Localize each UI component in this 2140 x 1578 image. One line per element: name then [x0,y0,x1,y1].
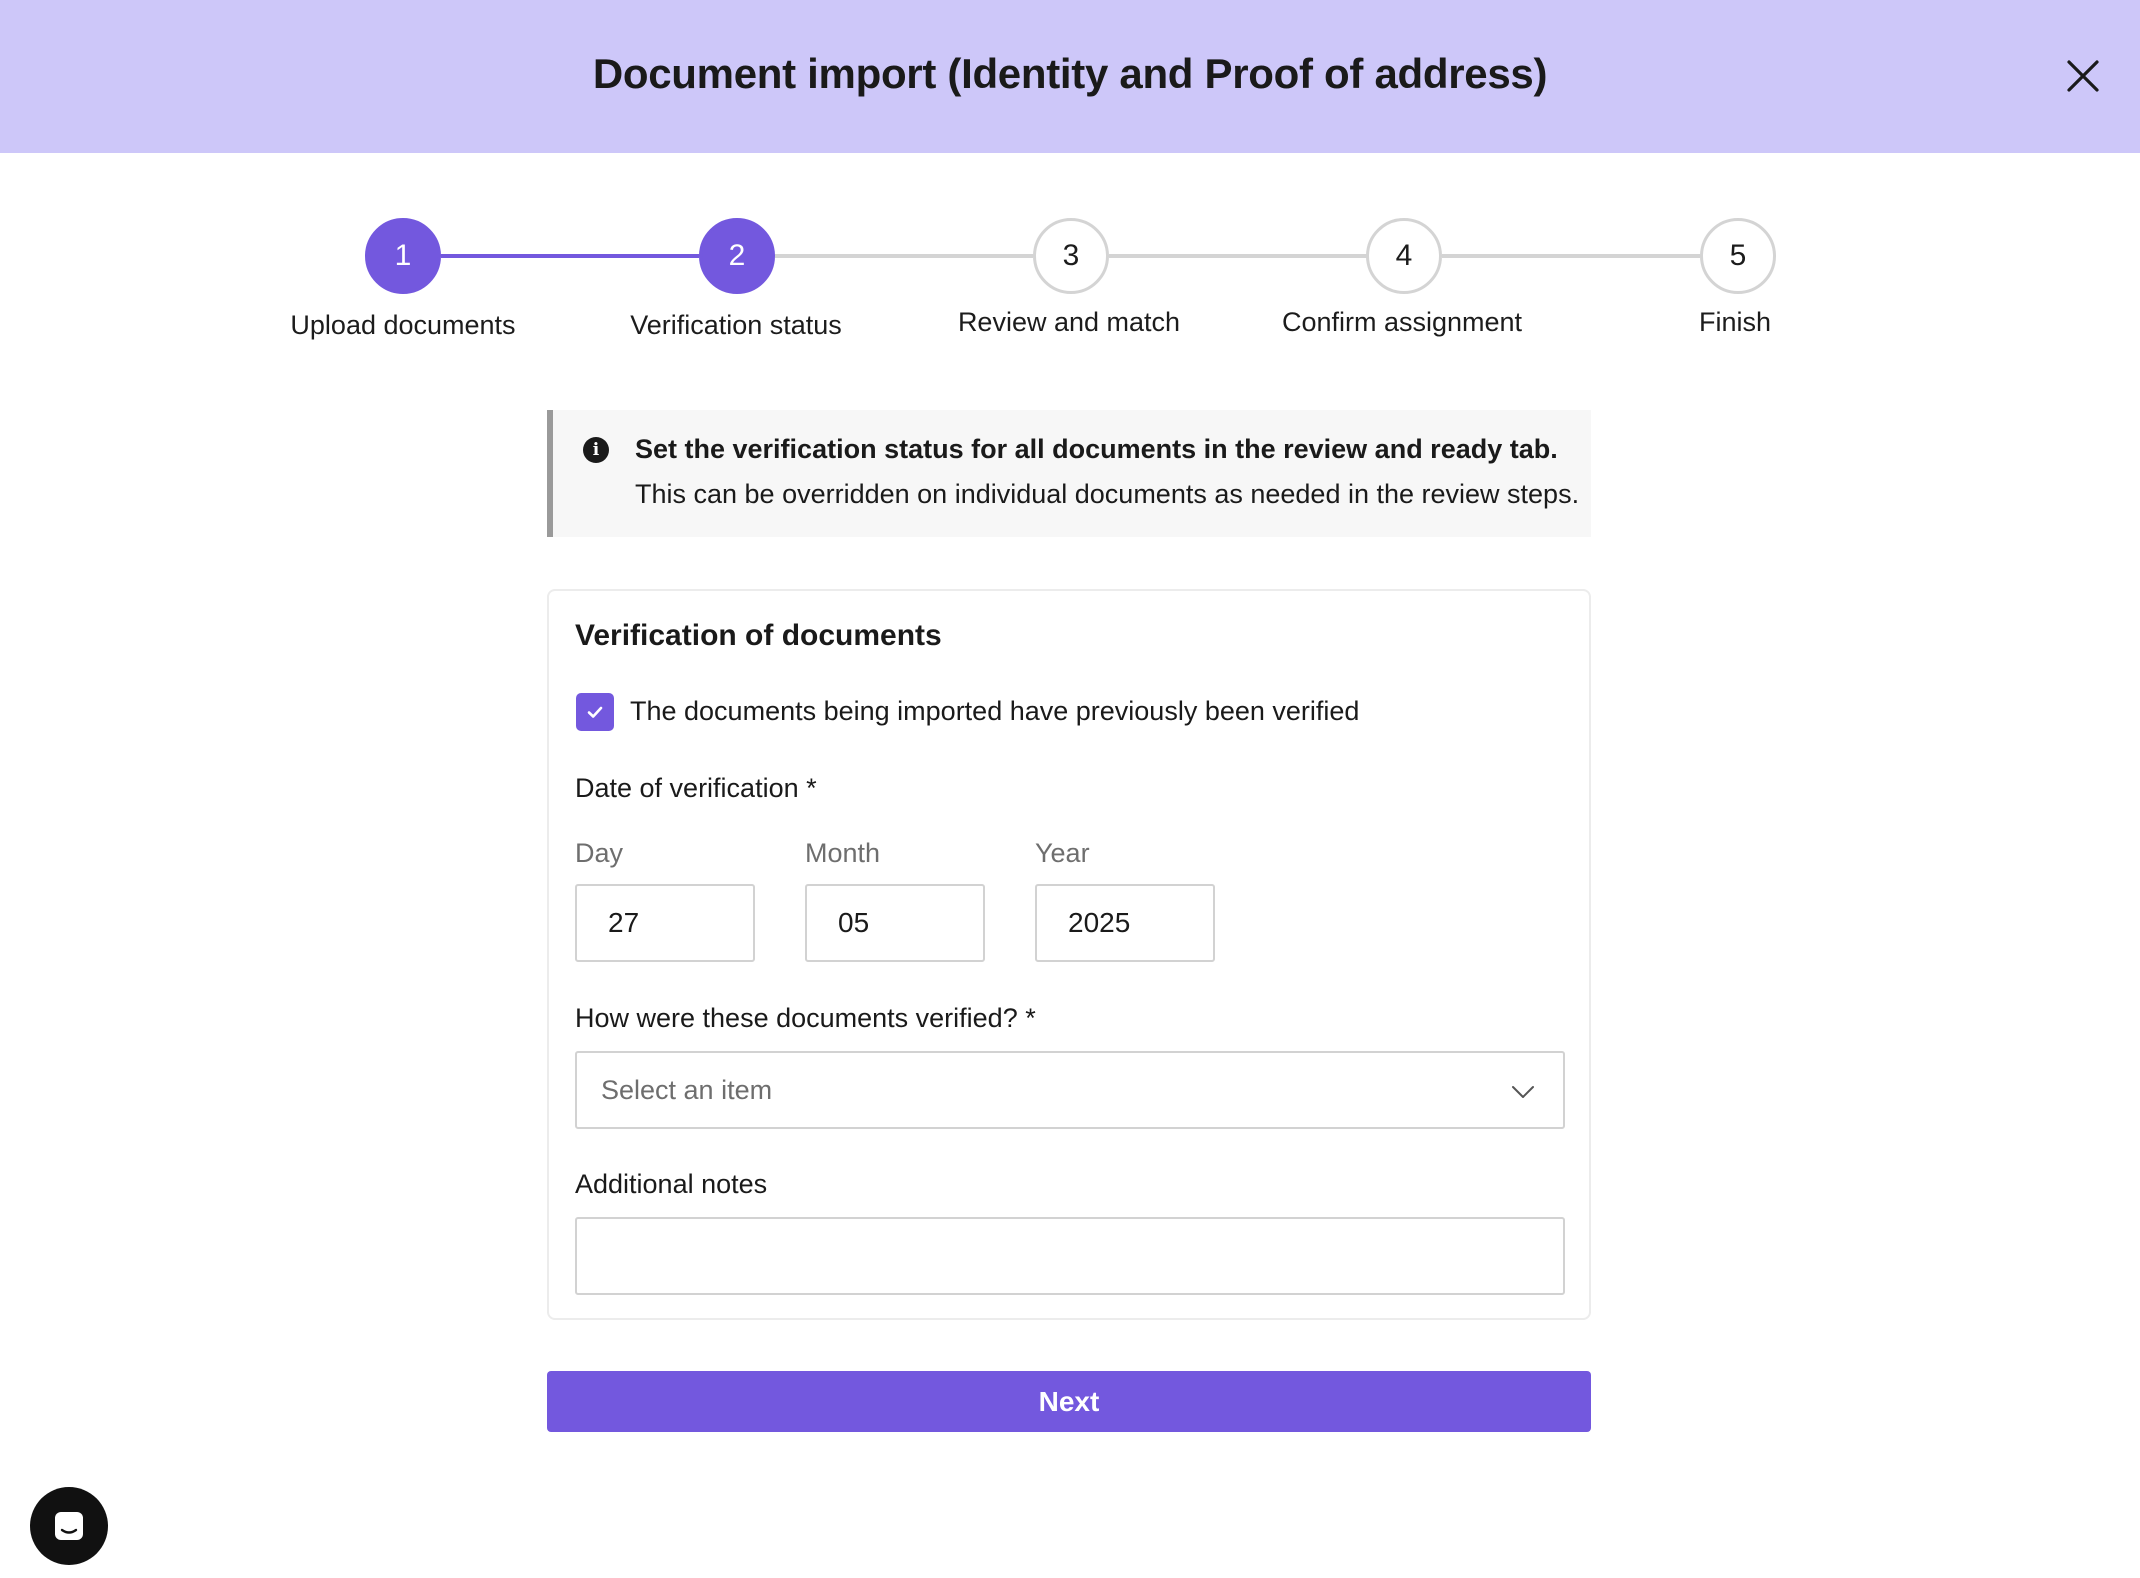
info-banner: i Set the verification status for all do… [547,410,1591,537]
step-connector-4 [1442,254,1700,258]
chat-icon [55,1512,83,1540]
step-connector-3 [1109,254,1367,258]
step-connector-2 [775,254,1033,258]
step-4-label: Confirm assignment [1281,307,1523,337]
step-1-indicator[interactable]: 1 [365,218,441,294]
next-button[interactable]: Next [547,1371,1591,1432]
additional-notes-input[interactable] [575,1217,1565,1295]
year-input[interactable]: 2025 [1035,884,1215,962]
step-2-indicator[interactable]: 2 [699,218,775,294]
year-label: Year [1035,838,1090,868]
step-1-label: Upload documents [290,310,516,340]
step-5-indicator: 5 [1700,218,1776,294]
step-2-label: Verification status [630,310,842,340]
step-5-label: Finish [1698,307,1772,337]
month-input[interactable]: 05 [805,884,985,962]
info-banner-title: Set the verification status for all docu… [635,434,1558,464]
step-connector-1 [441,254,699,258]
previously-verified-label[interactable]: The documents being imported have previo… [630,696,1359,727]
additional-notes-label: Additional notes [575,1169,768,1199]
stepper: 1 2 3 4 5 Upload documents Verification … [0,0,2140,360]
verification-method-label: How were these documents verified? * [575,1003,1036,1033]
verification-method-select[interactable]: Select an item [575,1051,1565,1129]
info-icon: i [583,437,609,463]
chevron-down-icon [1512,1086,1534,1098]
check-icon [587,706,603,718]
select-placeholder: Select an item [601,1075,773,1105]
step-3-label: Review and match [957,307,1181,337]
day-input[interactable]: 27 [575,884,755,962]
verification-card: Verification of documents The documents … [547,589,1591,1320]
step-3-indicator: 3 [1033,218,1109,294]
chat-launcher-button[interactable] [30,1487,108,1565]
date-of-verification-label: Date of verification * [575,773,817,803]
card-title: Verification of documents [575,619,942,652]
info-banner-text: This can be overridden on individual doc… [635,479,1580,509]
day-label: Day [575,838,624,868]
previously-verified-checkbox[interactable] [576,693,614,731]
month-label: Month [805,838,881,868]
step-4-indicator: 4 [1366,218,1442,294]
